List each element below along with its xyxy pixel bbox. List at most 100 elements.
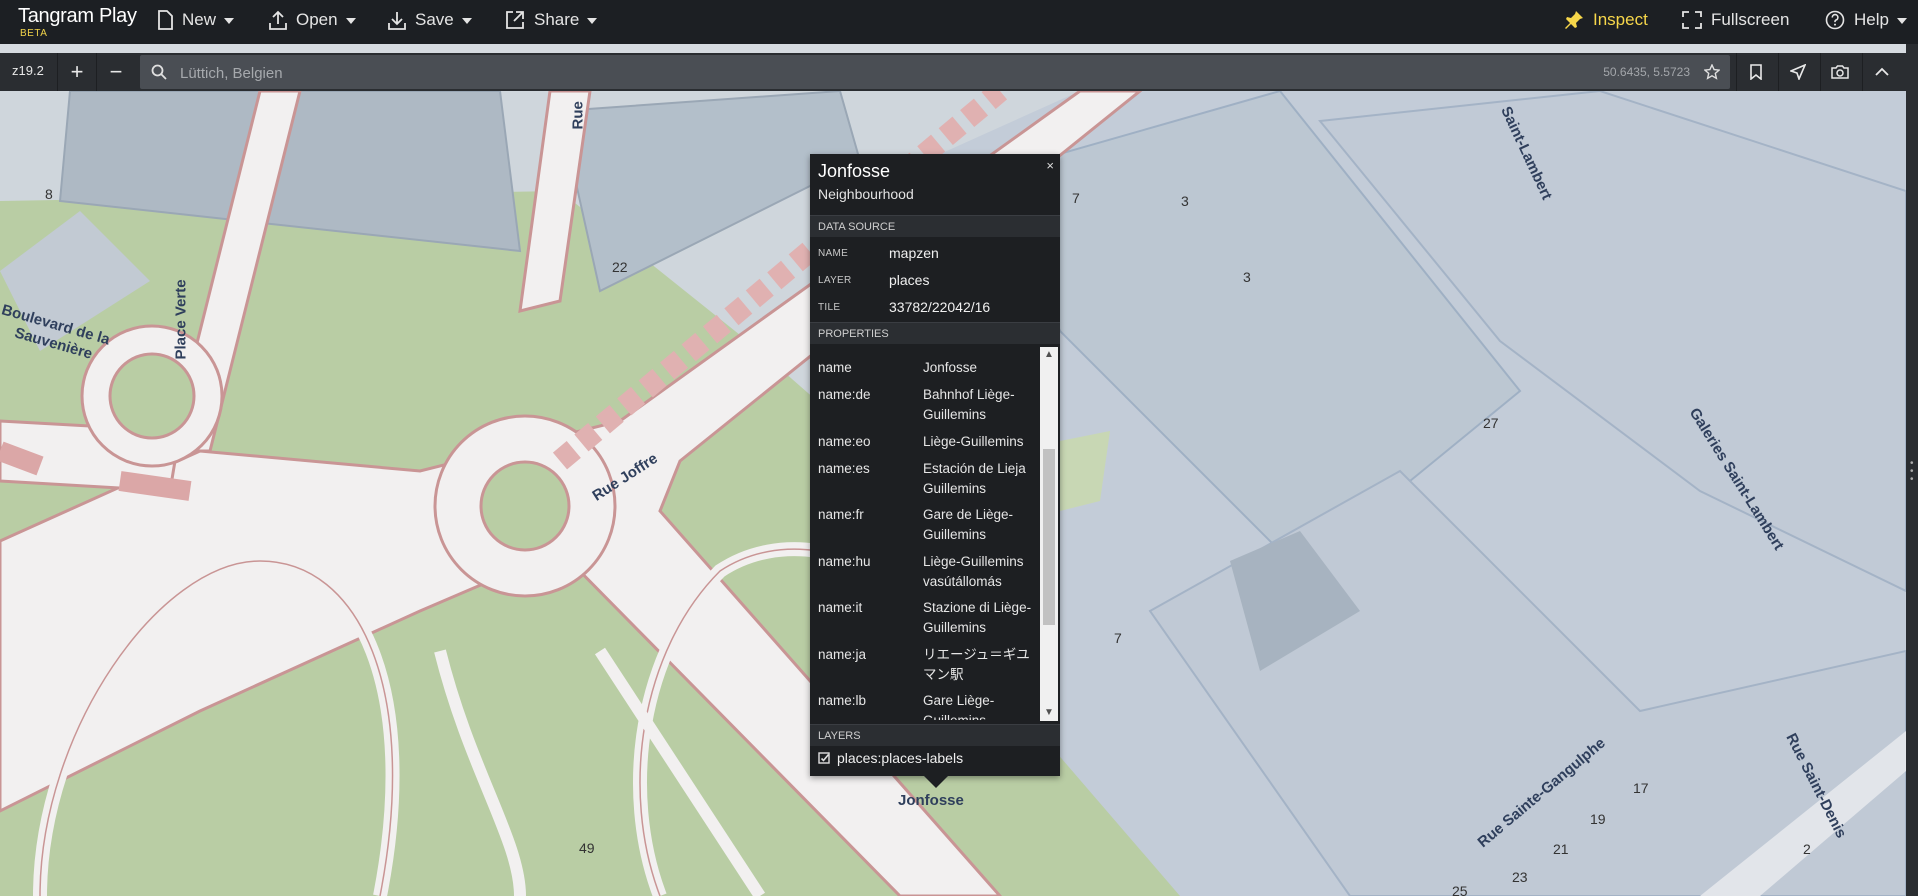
layers-header: LAYERS xyxy=(810,724,1060,746)
properties-list[interactable]: name Jonfosse name:de Bahnhof Liège-Guil… xyxy=(810,347,1060,720)
house-number: 17 xyxy=(1633,780,1649,796)
properties-header: PROPERTIES xyxy=(810,322,1060,344)
house-number: 27 xyxy=(1483,415,1499,431)
house-number: 2 xyxy=(1803,841,1811,857)
feature-title: Jonfosse xyxy=(818,161,891,181)
help-menu-label: Help xyxy=(1854,10,1889,29)
road-label-place-verte: Place Verte xyxy=(172,279,190,360)
search-icon xyxy=(151,64,167,80)
chevron-down-icon xyxy=(587,18,598,24)
beta-badge: BETA xyxy=(20,28,48,39)
house-number: 3 xyxy=(1181,193,1189,209)
property-value: Gare de Liège-Guillemins xyxy=(923,507,1014,542)
chevron-up-icon xyxy=(1875,67,1889,76)
property-key: name xyxy=(818,360,852,375)
property-key: name:lb xyxy=(818,693,867,708)
house-number: 25 xyxy=(1452,883,1468,896)
property-key: name:es xyxy=(818,461,870,476)
camera-icon xyxy=(1831,65,1849,79)
properties-scrollbar[interactable]: ▲ ▼ xyxy=(1040,347,1058,721)
house-number: 7 xyxy=(1072,190,1080,206)
download-icon xyxy=(388,12,406,30)
house-number: 22 xyxy=(612,259,628,275)
search-bar: 50.6435, 5.5723 xyxy=(140,55,1730,91)
property-value: Estación de Lieja Guillemins xyxy=(923,461,1026,496)
property-key: name:de xyxy=(818,387,871,402)
location-arrow-icon xyxy=(1790,64,1806,80)
layer-row[interactable]: places:places-labels xyxy=(818,750,963,766)
star-icon[interactable] xyxy=(1704,64,1720,80)
property-key: name:ja xyxy=(818,647,867,662)
road-label-rue: Rue xyxy=(569,101,587,130)
house-number: 49 xyxy=(579,840,595,856)
feature-kind: Neighbourhood xyxy=(818,186,914,202)
fullscreen-button[interactable]: Fullscreen xyxy=(1682,0,1789,40)
fullscreen-icon xyxy=(1682,11,1702,29)
property-key: name:hu xyxy=(818,554,871,569)
zoom-out-button[interactable]: − xyxy=(96,53,135,91)
app-brand[interactable]: Tangram Play BETA xyxy=(18,5,137,39)
screenshot-button[interactable] xyxy=(1820,53,1859,91)
new-menu[interactable]: New xyxy=(157,0,235,40)
share-icon xyxy=(506,11,524,29)
chevron-down-icon xyxy=(345,18,356,24)
bookmark-icon xyxy=(1750,64,1762,80)
share-menu[interactable]: Share xyxy=(505,0,598,40)
open-menu-label: Open xyxy=(296,10,338,29)
save-menu-label: Save xyxy=(415,10,454,29)
property-key: name:it xyxy=(818,600,863,615)
property-value: Gare Liège-Guillemins xyxy=(923,693,995,720)
source-key: LAYER xyxy=(818,275,852,286)
new-menu-label: New xyxy=(182,10,217,29)
property-value: Stazione di Liège-Guillemins xyxy=(923,600,1032,635)
house-number: 23 xyxy=(1512,869,1528,885)
app-title: Tangram Play xyxy=(18,5,137,27)
save-menu[interactable]: Save xyxy=(388,0,472,40)
checkbox-checked-icon[interactable] xyxy=(818,751,831,765)
property-value: Liège-Guillemins vasútállomás xyxy=(923,554,1024,589)
data-source-header: DATA SOURCE xyxy=(810,215,1060,237)
map-toolbar: z19.2 + − 50.6435, 5.5723 xyxy=(0,53,1906,91)
scroll-thumb[interactable] xyxy=(1043,449,1055,625)
source-value: 33782/22042/16 xyxy=(889,299,991,315)
chevron-down-icon xyxy=(461,18,472,24)
house-number: 3 xyxy=(1243,269,1251,285)
house-number: 7 xyxy=(1114,630,1122,646)
collapse-toolbar-button[interactable] xyxy=(1862,53,1901,91)
new-file-icon xyxy=(158,10,173,30)
search-input[interactable] xyxy=(178,55,1382,91)
inspect-pin-icon xyxy=(1565,11,1583,29)
open-menu[interactable]: Open xyxy=(269,0,356,40)
place-label-jonfosse[interactable]: Jonfosse xyxy=(898,792,964,809)
chevron-down-icon xyxy=(224,18,235,24)
chevron-down-icon xyxy=(1896,18,1907,24)
bookmarks-button[interactable] xyxy=(1736,53,1775,91)
house-number: 19 xyxy=(1590,811,1606,827)
property-value: リエージュ＝ギユマン駅 xyxy=(923,647,1030,682)
property-key: name:fr xyxy=(818,507,864,522)
side-panel-handle[interactable] xyxy=(1906,0,1918,896)
close-popup-button[interactable]: × xyxy=(1046,158,1054,173)
fullscreen-label: Fullscreen xyxy=(1711,10,1790,29)
zoom-in-button[interactable]: + xyxy=(57,53,96,91)
zoom-level: z19.2 xyxy=(12,63,44,78)
scroll-up-icon[interactable]: ▲ xyxy=(1040,347,1058,363)
house-number: 8 xyxy=(45,186,53,202)
source-key: TILE xyxy=(818,302,841,313)
share-menu-label: Share xyxy=(534,10,580,29)
source-value: mapzen xyxy=(889,245,939,261)
property-key: name:eo xyxy=(818,434,871,449)
upload-icon xyxy=(269,10,287,30)
house-number: 21 xyxy=(1553,841,1569,857)
help-menu[interactable]: Help xyxy=(1825,0,1907,40)
inspect-label: Inspect xyxy=(1593,10,1648,29)
inspect-button[interactable]: Inspect xyxy=(1564,0,1648,40)
layer-name: places:places-labels xyxy=(837,750,964,766)
source-value: places xyxy=(889,272,930,288)
drag-handle-icon[interactable]: • • • xyxy=(1910,459,1914,485)
scroll-down-icon[interactable]: ▼ xyxy=(1040,705,1058,721)
locate-button[interactable] xyxy=(1778,53,1817,91)
map-coordinates: 50.6435, 5.5723 xyxy=(1603,65,1690,79)
source-key: NAME xyxy=(818,248,849,259)
help-icon xyxy=(1825,10,1845,30)
